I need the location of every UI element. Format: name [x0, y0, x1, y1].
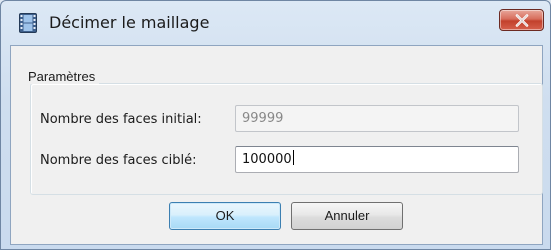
film-strip-icon [19, 13, 37, 33]
cancel-button[interactable]: Annuler [291, 202, 403, 230]
target-faces-value: 100000 [242, 152, 292, 167]
target-faces-input[interactable]: 100000 [235, 146, 519, 173]
window-title: Décimer le maillage [49, 13, 210, 32]
close-button[interactable] [499, 9, 544, 31]
parameters-group [30, 83, 543, 195]
group-title: Paramètres [24, 69, 100, 84]
target-faces-label: Nombre des faces ciblé: [40, 153, 197, 168]
ok-button[interactable]: OK [169, 202, 281, 230]
title-bar[interactable]: Décimer le maillage [1, 1, 550, 45]
dialog-body: Paramètres Nombre des faces initial: 999… [10, 45, 543, 245]
dialog-window: Décimer le maillage Paramètres Nombre de… [0, 0, 551, 250]
close-icon [515, 14, 529, 27]
text-caret [292, 150, 294, 165]
initial-faces-field: 99999 [235, 105, 519, 132]
initial-faces-label: Nombre des faces initial: [40, 112, 202, 127]
